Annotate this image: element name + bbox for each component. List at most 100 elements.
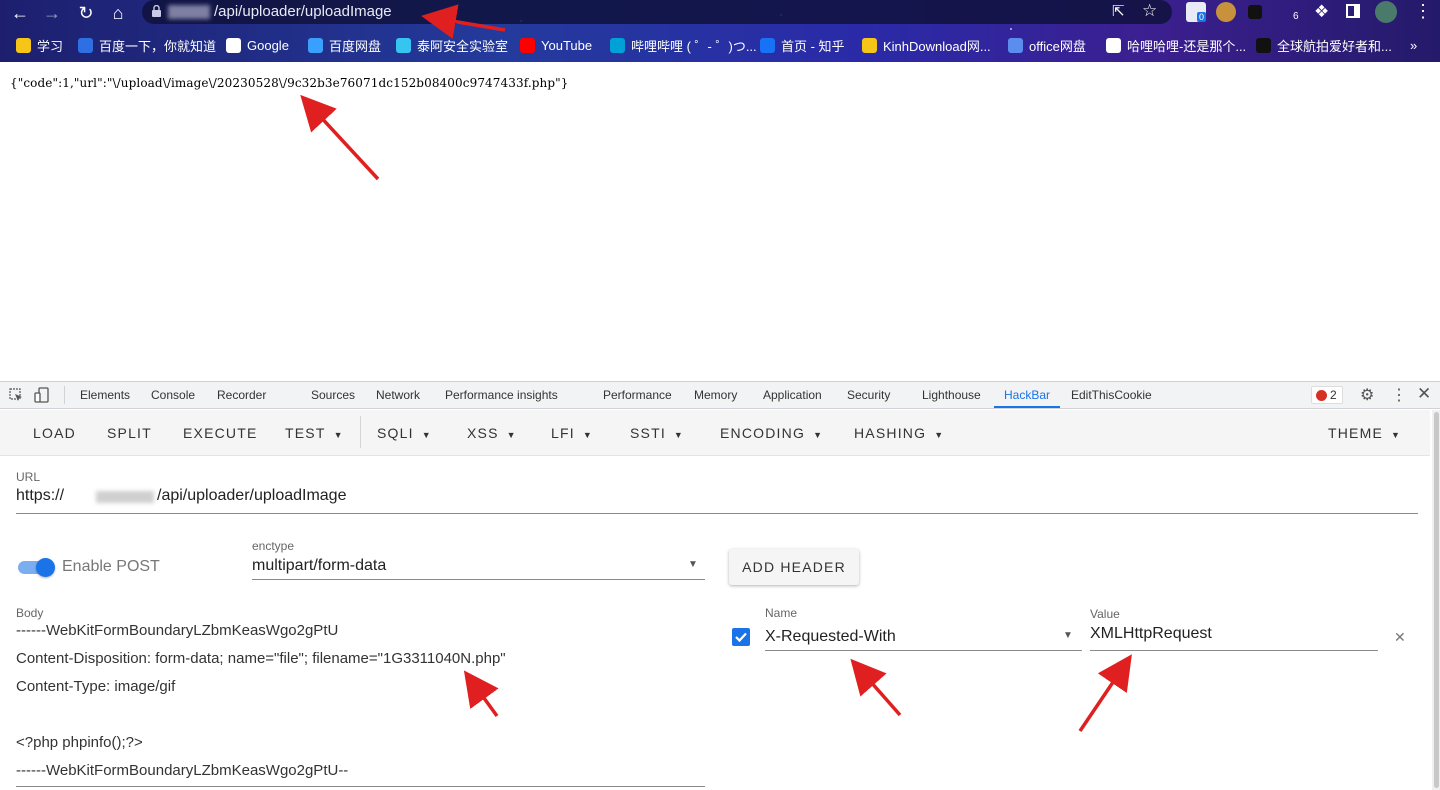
devtools-tab[interactable]: Sources — [311, 388, 355, 402]
hackbar-button-label: XSS — [467, 425, 499, 441]
devtools-tab[interactable]: Recorder — [217, 388, 266, 402]
bookmark-item[interactable]: Google — [226, 35, 289, 55]
bookmark-label: 学习 — [37, 38, 64, 54]
chevron-down-icon: ▼ — [506, 430, 517, 440]
hackbar-hashing-button[interactable]: HASHING ▼ — [854, 425, 944, 441]
add-header-label: ADD HEADER — [742, 559, 846, 575]
body-label: Body — [16, 606, 44, 620]
hackbar-sqli-button[interactable]: SQLI ▼ — [377, 425, 432, 441]
hackbar-button-label: EXECUTE — [183, 425, 258, 441]
bookmark-star-icon[interactable]: ☆ — [1142, 1, 1157, 21]
hackbar-encoding-button[interactable]: ENCODING ▼ — [720, 425, 823, 441]
devtools-tab[interactable]: Network — [376, 388, 420, 402]
lock-icon — [152, 5, 161, 17]
hackbar-ssti-button[interactable]: SSTI ▼ — [630, 425, 684, 441]
bookmark-label: 百度网盘 — [329, 38, 382, 54]
more-options-icon[interactable]: ⋮ — [1391, 385, 1407, 405]
extension-badge: 0 — [1197, 12, 1207, 22]
avatar[interactable] — [1375, 1, 1397, 23]
bookmark-item[interactable]: office网盘 — [1008, 35, 1086, 55]
hackbar-test-button[interactable]: TEST ▼ — [285, 425, 344, 441]
url-prefix: https:// — [16, 487, 65, 504]
side-panel-icon[interactable] — [1346, 4, 1360, 18]
bookmark-item[interactable]: 哈哩哈哩-还是那个... — [1106, 35, 1246, 55]
bookmark-favicon-icon — [78, 37, 93, 53]
hackbar-execute-button[interactable]: EXECUTE — [183, 425, 258, 441]
bookmark-favicon-icon — [1008, 37, 1023, 53]
back-icon[interactable]: ← — [8, 2, 32, 24]
bookmark-item[interactable]: 学习 — [16, 35, 63, 55]
remove-header-icon[interactable]: ✕ — [1394, 629, 1406, 646]
bookmark-label: 哈哩哈哩-还是那个... — [1127, 38, 1247, 54]
bookmark-item[interactable]: 哔哩哔哩 ( ゜- ゜)つ... — [610, 35, 757, 55]
scrollbar-thumb[interactable] — [1434, 412, 1439, 788]
bookmark-item[interactable]: KinhDownload网... — [862, 35, 991, 55]
bookmark-favicon-icon — [520, 37, 535, 53]
bookmark-label: 哔哩哔哩 ( ゜- ゜)つ... — [631, 38, 757, 54]
puzzle-icon[interactable]: ❖ — [1314, 2, 1329, 22]
bookmark-item[interactable]: YouTube — [520, 35, 592, 55]
close-devtools-icon[interactable]: ✕ — [1417, 384, 1431, 404]
hackbar-load-button[interactable]: LOAD — [33, 425, 76, 441]
body-line: ------WebKitFormBoundaryLZbmKeasWgo2gPtU — [16, 622, 339, 639]
devtools-tab[interactable]: HackBar — [1004, 388, 1050, 402]
hackbar-button-label: SSTI — [630, 425, 666, 441]
share-icon[interactable]: ⇱ — [1112, 2, 1125, 20]
error-counter[interactable]: 2 — [1311, 386, 1343, 404]
url-input[interactable]: https:// /api/uploader/uploadImage — [16, 486, 1418, 514]
header-name-select[interactable]: X-Requested-With ▼ — [765, 627, 1082, 651]
address-bar[interactable]: /api/uploader/uploadImage ⇱ ☆ — [142, 0, 1172, 24]
header-value-input[interactable]: XMLHttpRequest — [1090, 625, 1378, 651]
bookmark-label: 百度一下，你就知道 — [99, 38, 217, 54]
forward-icon[interactable]: → — [40, 2, 64, 24]
cookie-icon[interactable] — [1216, 2, 1236, 22]
hackbar-ext-icon[interactable] — [1248, 5, 1262, 19]
error-count: 2 — [1330, 388, 1337, 402]
hackbar-split-button[interactable]: SPLIT — [107, 425, 152, 441]
header-name-label: Name — [765, 606, 798, 620]
hackbar-lfi-button[interactable]: LFI ▼ — [551, 425, 593, 441]
enctype-select[interactable]: multipart/form-data ▼ — [252, 556, 705, 580]
devtools-tab[interactable]: Application — [763, 388, 822, 402]
bookmark-item[interactable]: 百度网盘 — [308, 35, 381, 55]
enable-post-toggle[interactable] — [18, 558, 56, 577]
menu-icon[interactable]: ⋮ — [1414, 1, 1432, 22]
bookmark-favicon-icon — [308, 37, 323, 53]
header-enabled-checkbox[interactable] — [732, 628, 750, 646]
bookmark-item[interactable]: 百度一下，你就知道 — [78, 35, 216, 55]
chevron-down-icon: ▼ — [673, 430, 685, 440]
devtools-tab[interactable]: Console — [151, 388, 195, 402]
more-bookmarks-icon[interactable]: » — [1410, 35, 1417, 55]
chevron-down-icon: ▼ — [688, 559, 698, 570]
hackbar-xss-button[interactable]: XSS ▼ — [467, 425, 517, 441]
body-line: Content-Type: image/gif — [16, 678, 176, 695]
bookmark-label: Google — [247, 37, 289, 53]
devtools-tab[interactable]: EditThisCookie — [1071, 388, 1152, 402]
devtools-tab[interactable]: Memory — [694, 388, 737, 402]
bookmark-item[interactable]: 全球航拍爱好者和... — [1256, 35, 1392, 55]
enable-post-label: Enable POST — [62, 558, 160, 575]
devtools-tab[interactable]: Performance insights — [445, 388, 558, 402]
chevron-down-icon: ▼ — [1063, 630, 1073, 641]
header-name-value: X-Requested-With — [765, 628, 896, 645]
redacted-host — [96, 491, 154, 503]
settings-gear-icon[interactable]: ⚙ — [1360, 385, 1374, 405]
reload-icon[interactable]: ↻ — [74, 2, 98, 24]
device-toggle-icon[interactable] — [34, 387, 50, 403]
bookmark-item[interactable]: 首页 - 知乎 — [760, 35, 845, 55]
devtools-tab[interactable]: Performance — [603, 388, 672, 402]
active-tab-indicator — [994, 406, 1060, 408]
devtools-tab[interactable]: Elements — [80, 388, 130, 402]
bookmark-favicon-icon — [862, 37, 877, 53]
hackbar-theme-button[interactable]: THEME ▼ — [1328, 425, 1401, 441]
hackbar-button-label: SQLI — [377, 425, 414, 441]
add-header-button[interactable]: ADD HEADER — [729, 549, 859, 585]
bookmark-label: 首页 - 知乎 — [781, 38, 845, 54]
hackbar-button-label: LFI — [551, 425, 575, 441]
inspect-icon[interactable] — [9, 388, 23, 402]
devtools-tab[interactable]: Security — [847, 388, 890, 402]
home-icon[interactable]: ⌂ — [106, 2, 130, 24]
bookmark-item[interactable]: 泰阿安全实验室 — [396, 35, 508, 55]
bookmarks-bar: 学习 百度一下，你就知道 Google 百度网盘 泰阿安全实验室 YouTube 哔哩哔哩 … — [0, 32, 1440, 58]
devtools-tab[interactable]: Lighthouse — [922, 388, 981, 402]
